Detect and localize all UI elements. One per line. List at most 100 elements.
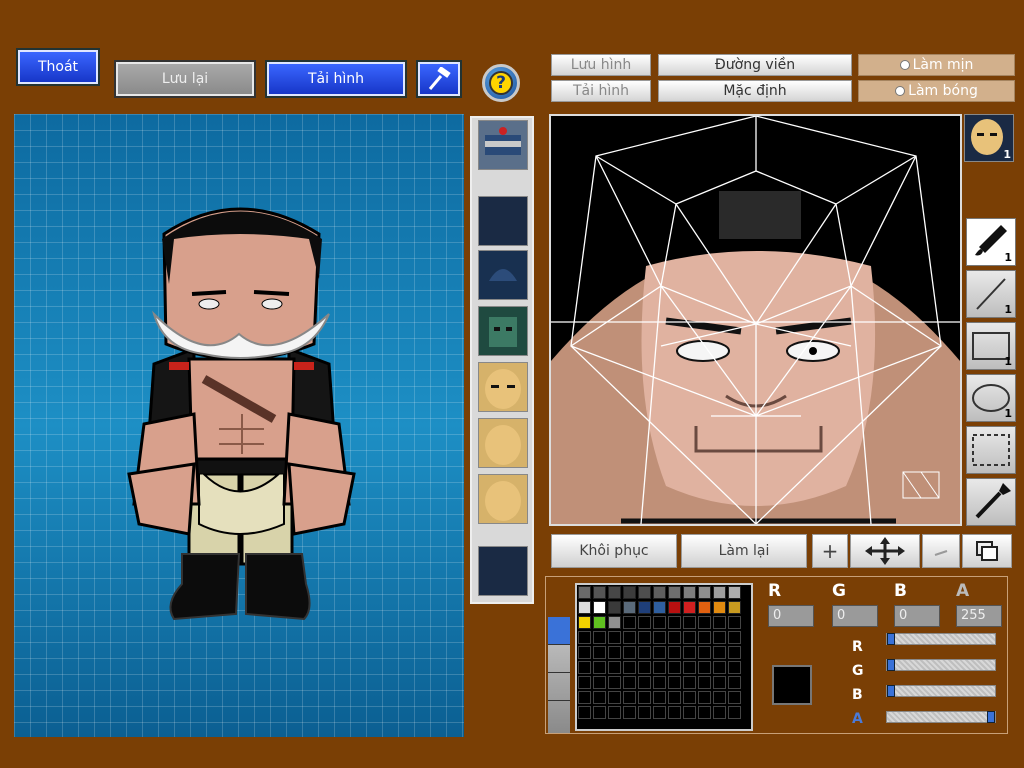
palette-swatch[interactable]	[728, 676, 741, 689]
part-slot-mask[interactable]	[478, 306, 528, 356]
shine-option[interactable]: Làm bóng	[858, 80, 1015, 102]
palette-swatch[interactable]	[593, 631, 606, 644]
palette-swatch[interactable]	[638, 691, 651, 704]
palette-swatch[interactable]	[638, 706, 651, 719]
palette-tab-3[interactable]	[548, 673, 570, 701]
palette-swatch[interactable]	[608, 691, 621, 704]
palette-swatch[interactable]	[728, 586, 741, 599]
palette-swatch[interactable]	[593, 601, 606, 614]
palette-tabs[interactable]	[548, 617, 570, 733]
palette-swatch[interactable]	[668, 691, 681, 704]
palette-swatch[interactable]	[593, 706, 606, 719]
palette-swatch[interactable]	[593, 646, 606, 659]
alpha-channel-label[interactable]: A	[956, 581, 1002, 603]
palette-swatch[interactable]	[608, 601, 621, 614]
palette-swatch[interactable]	[608, 616, 621, 629]
palette-swatch[interactable]	[668, 646, 681, 659]
hammer-button[interactable]	[416, 60, 462, 98]
palette-swatch[interactable]	[593, 616, 606, 629]
palette-tab-1[interactable]	[548, 617, 570, 645]
restore-button[interactable]: Khôi phục	[551, 534, 677, 568]
palette-swatch[interactable]	[668, 676, 681, 689]
outline-button[interactable]: Đường viền	[658, 54, 852, 76]
palette-swatch[interactable]	[638, 661, 651, 674]
palette-swatch[interactable]	[593, 661, 606, 674]
palette-swatch[interactable]	[683, 616, 696, 629]
load-image-button[interactable]: Tải hình	[551, 80, 651, 102]
alpha-input[interactable]: 255	[956, 605, 1002, 627]
palette-swatch[interactable]	[608, 661, 621, 674]
palette-swatch[interactable]	[713, 646, 726, 659]
palette-swatch[interactable]	[578, 691, 591, 704]
palette-swatch[interactable]	[638, 586, 651, 599]
palette-swatch[interactable]	[623, 616, 636, 629]
palette-swatch[interactable]	[578, 661, 591, 674]
palette-swatch[interactable]	[638, 676, 651, 689]
palette-swatch[interactable]	[608, 706, 621, 719]
red-slider-knob[interactable]	[887, 633, 895, 645]
texture-editor-canvas[interactable]	[549, 114, 962, 526]
palette-swatch[interactable]	[713, 676, 726, 689]
palette-swatch[interactable]	[608, 676, 621, 689]
palette-swatch[interactable]	[713, 616, 726, 629]
palette-swatch[interactable]	[653, 631, 666, 644]
palette-swatch[interactable]	[653, 676, 666, 689]
shine-radio[interactable]	[895, 86, 906, 96]
palette-swatch[interactable]	[653, 616, 666, 629]
part-slot-empty-1[interactable]	[478, 196, 528, 246]
part-slot-headband[interactable]	[478, 120, 528, 170]
palette-swatch[interactable]	[713, 586, 726, 599]
palette-swatch[interactable]	[638, 646, 651, 659]
palette-swatch[interactable]	[623, 706, 636, 719]
palette-swatch[interactable]	[683, 706, 696, 719]
palette-swatch[interactable]	[713, 631, 726, 644]
blue-slider[interactable]	[886, 685, 996, 697]
palette-swatch[interactable]	[638, 601, 651, 614]
palette-swatch[interactable]	[593, 691, 606, 704]
palette-swatch[interactable]	[683, 691, 696, 704]
palette-swatch[interactable]	[623, 676, 636, 689]
smooth-radio[interactable]	[899, 60, 910, 70]
part-slot-cap[interactable]	[478, 250, 528, 300]
ellipse-tool[interactable]: 1	[966, 374, 1016, 422]
palette-swatch[interactable]	[728, 706, 741, 719]
palette-swatch[interactable]	[668, 631, 681, 644]
palette-swatch[interactable]	[578, 706, 591, 719]
palette-swatch[interactable]	[668, 601, 681, 614]
help-button[interactable]: ?	[482, 64, 520, 102]
palette-swatch[interactable]	[698, 691, 711, 704]
palette-swatch[interactable]	[638, 616, 651, 629]
palette-swatch[interactable]	[578, 601, 591, 614]
palette-swatch[interactable]	[683, 586, 696, 599]
add-button[interactable]: +	[812, 534, 848, 568]
part-slot-face-3[interactable]	[478, 474, 528, 524]
rectangle-tool[interactable]: 1	[966, 322, 1016, 370]
palette-swatch[interactable]	[713, 706, 726, 719]
palette-swatch[interactable]	[698, 706, 711, 719]
green-channel-label[interactable]: G	[832, 581, 878, 603]
line-tool[interactable]: 1	[966, 270, 1016, 318]
part-slot-empty-2[interactable]	[478, 546, 528, 596]
palette-swatch[interactable]	[713, 601, 726, 614]
palette-swatch[interactable]	[623, 586, 636, 599]
palette-swatch[interactable]	[623, 601, 636, 614]
palette-swatch[interactable]	[578, 646, 591, 659]
save-image-button[interactable]: Lưu hình	[551, 54, 651, 76]
palette-swatch[interactable]	[698, 661, 711, 674]
palette-tab-2[interactable]	[548, 645, 570, 673]
palette-swatch[interactable]	[713, 691, 726, 704]
palette-swatch[interactable]	[653, 706, 666, 719]
minus-button[interactable]	[922, 534, 960, 568]
palette-swatch[interactable]	[653, 646, 666, 659]
green-slider[interactable]	[886, 659, 996, 671]
blue-input[interactable]: 0	[894, 605, 940, 627]
character-preview[interactable]	[14, 114, 464, 737]
palette-swatch[interactable]	[668, 586, 681, 599]
palette-swatch[interactable]	[683, 661, 696, 674]
palette-swatch[interactable]	[608, 586, 621, 599]
palette-swatch[interactable]	[608, 631, 621, 644]
alpha-slider[interactable]	[886, 711, 996, 723]
save-button[interactable]: Lưu lại	[114, 60, 256, 98]
blue-channel-label[interactable]: B	[894, 581, 940, 603]
reload-button[interactable]: Tải hình	[265, 60, 407, 98]
